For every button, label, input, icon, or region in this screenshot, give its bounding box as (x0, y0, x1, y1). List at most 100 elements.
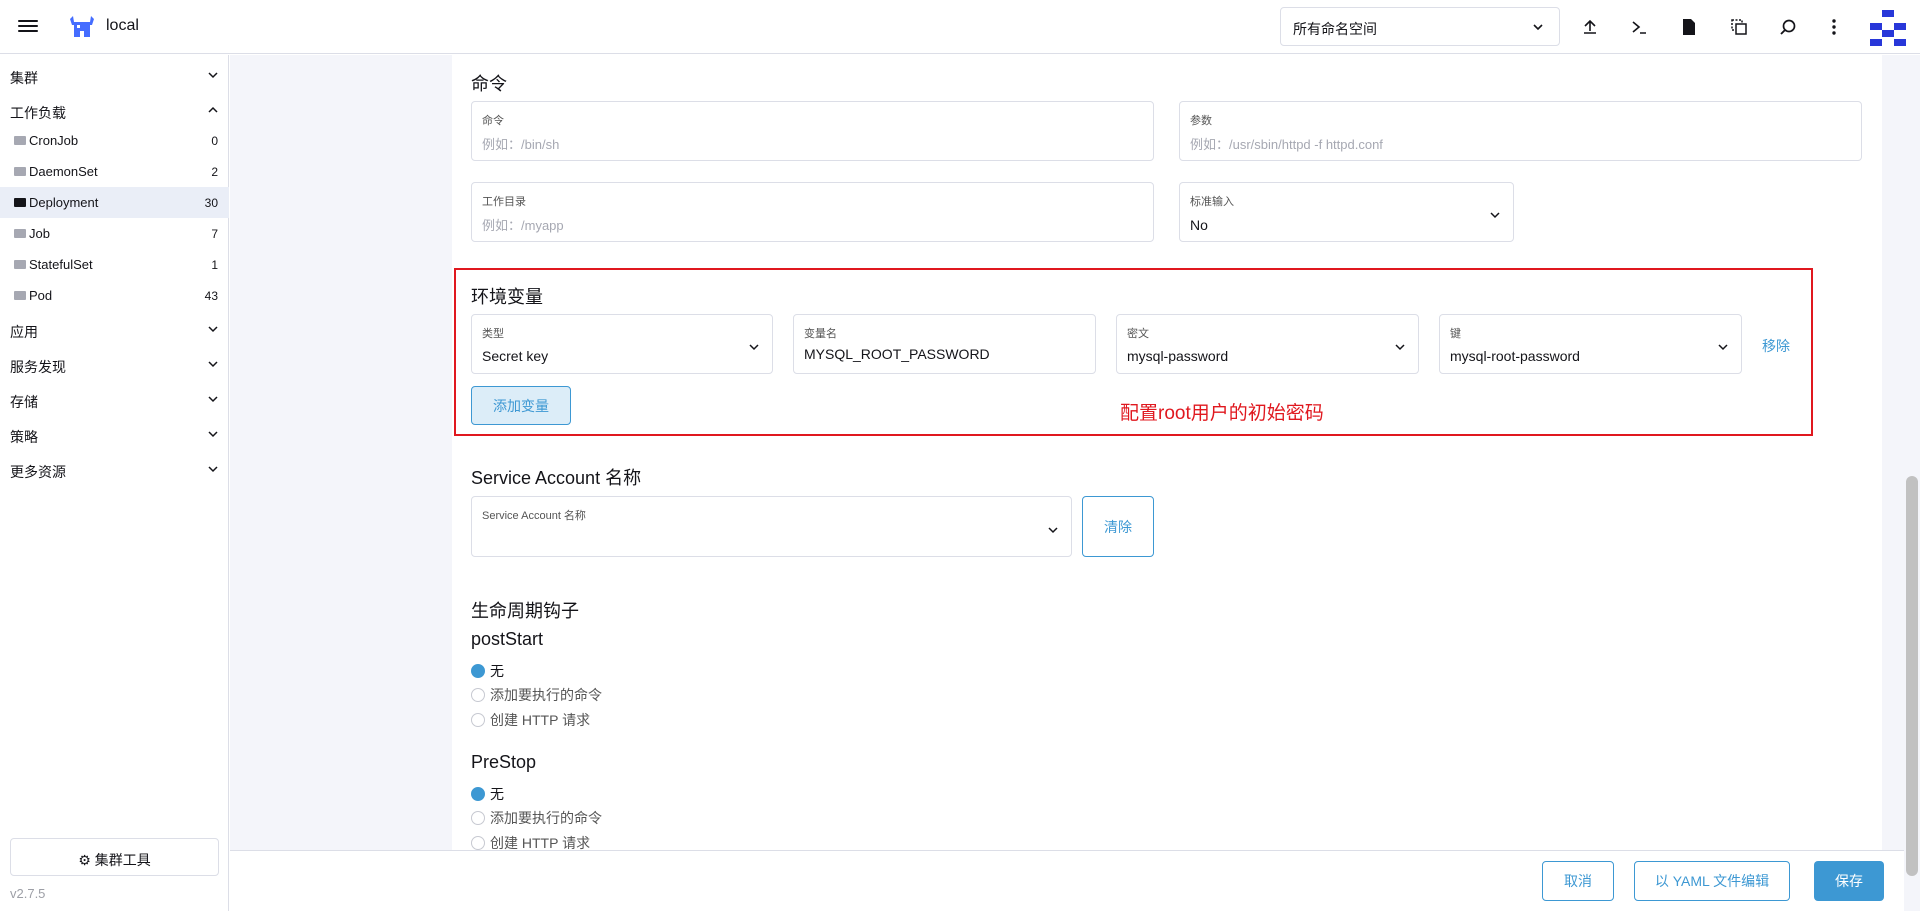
field-value: MYSQL_ROOT_PASSWORD (804, 346, 990, 362)
radio-label: 无 (490, 663, 504, 679)
poststart-option-http[interactable]: 创建 HTTP 请求 (471, 710, 590, 730)
radio-icon (471, 713, 485, 727)
nav-group-more-resources[interactable]: 更多资源 (0, 453, 229, 485)
nav-group-label: 策略 (10, 429, 38, 445)
stdin-select[interactable]: 标准输入 No (1179, 182, 1514, 242)
sidebar-item-label: Deployment (29, 195, 99, 210)
chevron-down-icon (207, 393, 219, 405)
sidebar-item-label: Job (29, 226, 50, 241)
sidebar-item-label: CronJob (29, 133, 79, 148)
sidebar-item-count: 2 (211, 165, 218, 179)
nav-group-cluster[interactable]: 集群 (0, 59, 229, 91)
poststart-option-command[interactable]: 添加要执行的命令 (471, 685, 602, 705)
field-label: 密文 (1127, 328, 1149, 340)
chevron-down-icon (748, 341, 760, 353)
sidebar-item-job[interactable]: Job 7 (0, 218, 229, 249)
edit-as-yaml-button[interactable]: 以 YAML 文件编辑 (1634, 861, 1790, 901)
namespace-select[interactable]: 所有命名空间 (1280, 7, 1560, 46)
clear-service-account-button[interactable]: 清除 (1082, 496, 1154, 557)
env-remove-link[interactable]: 移除 (1762, 336, 1790, 356)
chevron-down-icon (207, 358, 219, 370)
sidebar-nav: 集群 工作负载 CronJob 0 DaemonSet 2 Deployment… (0, 55, 229, 911)
nav-group-policy[interactable]: 策略 (0, 418, 229, 450)
kubeconfig-file-icon[interactable] (1677, 15, 1701, 39)
field-value: mysql-password (1127, 348, 1229, 364)
search-icon[interactable] (1776, 15, 1800, 39)
sidebar-item-count: 30 (204, 196, 218, 210)
top-header: local 所有命名空间 (0, 0, 1920, 54)
tabs-gutter (252, 55, 452, 850)
sidebar-item-label: StatefulSet (29, 257, 93, 272)
content-gutter-left (230, 55, 252, 850)
env-key-select[interactable]: 键 mysql-root-password (1439, 314, 1742, 374)
field-placeholder: 例如：/usr/sbin/httpd -f httpd.conf (1190, 137, 1383, 152)
prestop-option-none[interactable]: 无 (471, 784, 504, 804)
gear-icon: ⚙ (78, 852, 91, 868)
field-value: mysql-root-password (1450, 348, 1580, 364)
sidebar-item-cronjob[interactable]: CronJob 0 (0, 125, 229, 156)
field-placeholder: 例如：/bin/sh (482, 137, 560, 152)
prestop-title: PreStop (471, 752, 537, 772)
radio-label: 无 (490, 786, 504, 802)
nav-group-storage[interactable]: 存储 (0, 383, 229, 415)
chevron-down-icon (207, 69, 219, 81)
cancel-button[interactable]: 取消 (1542, 861, 1614, 901)
radio-label: 添加要执行的命令 (490, 810, 602, 826)
add-variable-button[interactable]: 添加变量 (471, 386, 571, 425)
args-input[interactable]: 参数 例如：/usr/sbin/httpd -f httpd.conf (1179, 101, 1862, 161)
sidebar-item-pod[interactable]: Pod 43 (0, 280, 229, 311)
chevron-down-icon (1489, 209, 1501, 221)
field-label: 参数 (1190, 115, 1212, 127)
nav-group-label: 应用 (10, 324, 38, 340)
lifecycle-title: 生命周期钩子 (471, 601, 579, 621)
service-account-select[interactable]: Service Account 名称 (471, 496, 1072, 557)
hamburger-menu-icon[interactable] (18, 17, 38, 37)
field-label: 键 (1450, 328, 1461, 340)
workdir-input[interactable]: 工作目录 例如：/myapp (471, 182, 1154, 242)
folder-icon (14, 291, 26, 300)
save-button[interactable]: 保存 (1814, 861, 1884, 901)
user-avatar-icon[interactable] (1868, 8, 1908, 48)
namespace-select-value: 所有命名空间 (1293, 21, 1377, 37)
env-type-select[interactable]: 类型 Secret key (471, 314, 773, 374)
poststart-option-none[interactable]: 无 (471, 661, 504, 681)
sidebar-item-count: 1 (211, 258, 218, 272)
upload-icon[interactable] (1578, 15, 1602, 39)
chevron-down-icon (207, 428, 219, 440)
field-label: 命令 (482, 115, 504, 127)
sidebar-item-count: 43 (204, 289, 218, 303)
prestop-option-command[interactable]: 添加要执行的命令 (471, 808, 602, 828)
nav-group-service-discovery[interactable]: 服务发现 (0, 348, 229, 380)
sidebar-item-label: DaemonSet (29, 164, 98, 179)
more-options-icon[interactable] (1822, 15, 1846, 39)
nav-group-workload[interactable]: 工作负载 (0, 94, 229, 126)
cluster-tools-button[interactable]: ⚙ 集群工具 (10, 838, 219, 876)
field-placeholder: 例如：/myapp (482, 218, 564, 233)
env-secret-select[interactable]: 密文 mysql-password (1116, 314, 1419, 374)
annotation-text: 配置root用户的初始密码 (1120, 403, 1324, 424)
content-gutter-right (1882, 55, 1904, 850)
command-input[interactable]: 命令 例如：/bin/sh (471, 101, 1154, 161)
nav-group-label: 存储 (10, 394, 38, 410)
radio-label: 创建 HTTP 请求 (490, 712, 591, 728)
env-name-input[interactable]: 变量名 MYSQL_ROOT_PASSWORD (793, 314, 1096, 374)
chevron-down-icon (1394, 341, 1406, 353)
radio-icon (471, 664, 485, 678)
chevron-down-icon (1047, 524, 1059, 536)
cluster-name[interactable]: local (106, 17, 139, 35)
rancher-logo-icon (70, 16, 94, 37)
sidebar-item-daemonset[interactable]: DaemonSet 2 (0, 156, 229, 187)
sidebar-item-count: 0 (211, 134, 218, 148)
nav-group-label: 服务发现 (10, 359, 66, 375)
sidebar-item-deployment[interactable]: Deployment 30 (0, 187, 229, 218)
sidebar-item-statefulset[interactable]: StatefulSet 1 (0, 249, 229, 280)
radio-icon (471, 688, 485, 702)
copy-kubeconfig-icon[interactable] (1727, 15, 1751, 39)
nav-group-label: 更多资源 (10, 464, 66, 480)
kubectl-shell-icon[interactable] (1627, 15, 1651, 39)
field-label: Service Account 名称 (482, 510, 586, 522)
scrollbar-thumb[interactable] (1906, 476, 1918, 876)
chevron-down-icon (207, 323, 219, 335)
nav-group-apps[interactable]: 应用 (0, 313, 229, 345)
nav-group-label: 集群 (10, 70, 38, 86)
